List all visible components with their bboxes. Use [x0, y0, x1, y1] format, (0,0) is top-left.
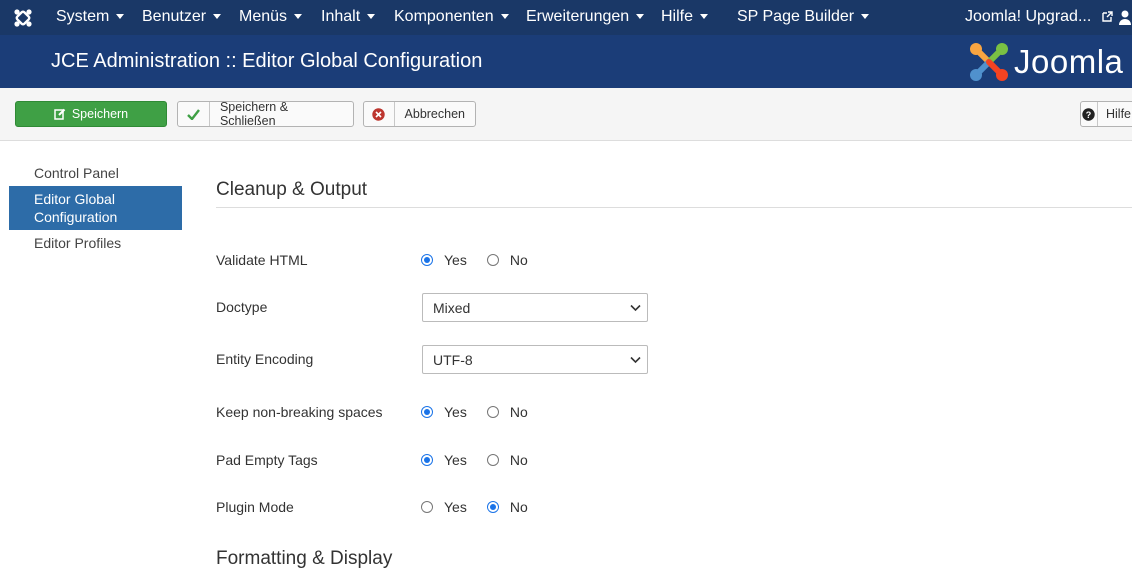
entity-encoding-select[interactable]: UTF-8: [422, 345, 648, 374]
keep-nbsp-yes-radio[interactable]: [421, 406, 433, 418]
user-menu-icon[interactable]: [1118, 9, 1132, 27]
caret-down-icon: [116, 14, 125, 20]
site-link[interactable]: Joomla! Upgrad...: [965, 8, 1113, 26]
pad-empty-tags-yes-radio[interactable]: [421, 454, 433, 466]
pad-empty-tags-radio-group: Yes No: [421, 452, 548, 468]
doctype-select[interactable]: Mixed: [422, 293, 648, 322]
nav-komponenten[interactable]: Komponenten: [394, 8, 509, 26]
keep-nbsp-no-radio[interactable]: [486, 406, 499, 418]
validate-html-yes-radio[interactable]: [421, 254, 433, 266]
question-circle-icon: ?: [1082, 107, 1096, 121]
page-title: JCE Administration :: Editor Global Conf…: [51, 50, 483, 72]
joomla-logo-icon: [970, 43, 1008, 81]
nav-sp-page-builder[interactable]: SP Page Builder: [737, 8, 870, 26]
caret-down-icon: [500, 14, 509, 20]
plugin-mode-radio-group: Yes No: [421, 499, 548, 515]
label-pad-empty-tags: Pad Empty Tags: [216, 452, 318, 468]
chevron-down-icon: [630, 304, 641, 312]
chevron-down-icon: [630, 356, 641, 364]
caret-down-icon: [636, 14, 645, 20]
top-navbar: System Benutzer Menüs Inhalt Komponenten…: [0, 0, 1132, 35]
joomla-logo: Joomla: [968, 41, 1132, 83]
edit-icon: [54, 108, 66, 120]
sidebar: Control Panel Editor Global Configuratio…: [9, 160, 182, 256]
sidebar-item-editor-global-configuration[interactable]: Editor Global Configuration: [9, 186, 182, 230]
nav-inhalt[interactable]: Inhalt: [321, 8, 376, 26]
caret-down-icon: [861, 14, 870, 20]
label-validate-html: Validate HTML: [216, 252, 308, 268]
cancel-circle-icon: [372, 107, 385, 121]
sidebar-item-editor-profiles[interactable]: Editor Profiles: [9, 230, 182, 256]
joomla-wordmark: Joomla: [1014, 43, 1124, 80]
plugin-mode-no-radio[interactable]: [486, 501, 499, 513]
svg-text:?: ?: [1086, 110, 1092, 120]
label-keep-nbsp: Keep non-breaking spaces: [216, 404, 383, 420]
caret-down-icon: [700, 14, 709, 20]
section-divider: [216, 207, 1132, 208]
caret-down-icon: [294, 14, 303, 20]
plugin-mode-yes-radio[interactable]: [421, 501, 433, 513]
save-button[interactable]: Speichern: [15, 101, 167, 127]
sidebar-item-control-panel[interactable]: Control Panel: [9, 160, 182, 186]
caret-down-icon: [367, 14, 376, 20]
nav-erweiterungen[interactable]: Erweiterungen: [526, 8, 645, 26]
nav-hilfe[interactable]: Hilfe: [661, 8, 709, 26]
section-title-formatting-display: Formatting & Display: [216, 548, 393, 569]
help-button[interactable]: ? Hilfe: [1080, 101, 1132, 127]
validate-html-no-radio[interactable]: [486, 254, 499, 266]
joomla-menu-icon[interactable]: [13, 8, 33, 28]
label-doctype: Doctype: [216, 299, 268, 315]
checkmark-icon: [187, 108, 200, 120]
keep-nbsp-radio-group: Yes No: [421, 404, 548, 420]
pad-empty-tags-no-radio[interactable]: [486, 454, 499, 466]
nav-system[interactable]: System: [56, 8, 125, 26]
page-header: JCE Administration :: Editor Global Conf…: [0, 35, 1132, 88]
section-title-cleanup-output: Cleanup & Output: [216, 179, 368, 200]
caret-down-icon: [213, 14, 222, 20]
save-and-close-button[interactable]: Speichern & Schließen: [177, 100, 354, 128]
nav-menues[interactable]: Menüs: [239, 8, 303, 26]
external-link-icon: [1102, 11, 1113, 22]
cancel-button[interactable]: Abbrechen: [363, 101, 476, 127]
nav-benutzer[interactable]: Benutzer: [142, 8, 222, 26]
validate-html-radio-group: Yes No: [421, 252, 548, 268]
toolbar: Speichern Speichern & Schließen Abbreche…: [0, 88, 1132, 141]
label-entity-encoding: Entity Encoding: [216, 351, 314, 367]
label-plugin-mode: Plugin Mode: [216, 499, 294, 515]
